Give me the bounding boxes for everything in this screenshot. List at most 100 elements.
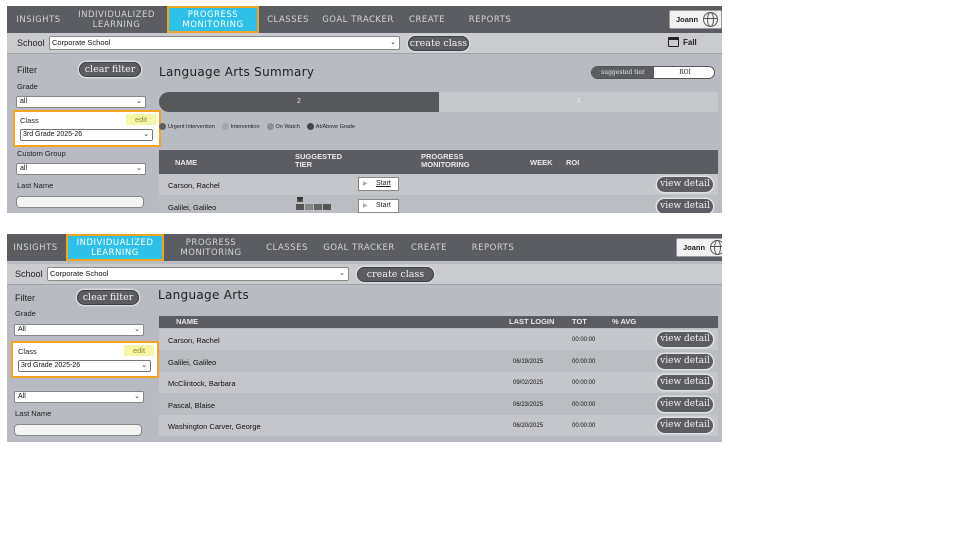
class-label: Class (20, 116, 39, 125)
create-class-button[interactable]: create class (357, 267, 434, 282)
school-bar: School Corporate School ⌄ create class F… (7, 33, 722, 54)
tier-segment-urgent[interactable]: 2 (159, 92, 439, 112)
tier-indicator (296, 197, 332, 212)
toggle-suggested-tier[interactable]: suggested tier (592, 67, 654, 78)
custom-group-label: Custom Group (17, 149, 66, 158)
table-row[interactable]: McClintock, Barbara 09/02/2025 00:00:00 … (159, 372, 718, 393)
table-header: NAME SUGGESTED TIER PROGRESS MONITORING … (159, 150, 718, 174)
student-name: McClintock, Barbara (168, 379, 236, 388)
column-header-name: NAME (176, 317, 199, 326)
nav-tab-goal-tracker[interactable]: GOAL TRACKER (318, 6, 398, 33)
progress-monitoring-screenshot: INSIGHTS INDIVIDUALIZED LEARNING PROGRES… (7, 6, 722, 213)
last-login: 09/02/2025 (513, 380, 544, 386)
calendar-icon (668, 37, 679, 47)
create-class-button[interactable]: create class (408, 36, 469, 51)
custom-group-value: all (20, 165, 28, 172)
nav-tab-individualized-learning[interactable]: INDIVIDUALIZED LEARNING (66, 234, 164, 261)
last-name-label: Last Name (17, 181, 54, 190)
legend-dot (306, 123, 314, 130)
tier-segment-watch[interactable]: 3 (439, 92, 718, 112)
last-login: 06/20/2025 (513, 423, 544, 429)
nav-tab-classes[interactable]: CLASSES (261, 234, 313, 261)
last-name-label: Last Name (15, 409, 52, 418)
column-header-avg: % AVG (612, 317, 637, 326)
group-select[interactable]: All ⌄ (14, 391, 144, 403)
nav-tab-individualized-learning[interactable]: INDIVIDUALIZED LEARNING (70, 6, 163, 33)
class-edit-link[interactable]: edit (126, 114, 156, 125)
student-name: Pascal, Blaise (168, 401, 216, 410)
student-name: Galilei, Galileo (168, 203, 217, 212)
school-select[interactable]: Corporate School ⌄ (49, 36, 400, 50)
nav-tab-reports[interactable]: REPORTS (462, 6, 518, 33)
clear-filter-button[interactable]: clear filter (79, 62, 141, 77)
table-row[interactable]: Pascal, Blaise 06/23/2025 00:00:00 view … (159, 394, 718, 415)
clear-filter-button[interactable]: clear filter (77, 290, 139, 305)
time-on-task: 00:00:00 (572, 423, 596, 429)
toggle-roi[interactable]: ROI (654, 67, 714, 78)
user-menu-button[interactable]: Joann (669, 10, 722, 29)
legend-label: On Watch (275, 123, 300, 130)
nav-tab-create[interactable]: CREATE (403, 6, 451, 33)
view-detail-button[interactable]: view detail (657, 332, 713, 347)
start-button[interactable]: ▶ Start (358, 177, 399, 191)
student-name: Carson, Rachel (168, 181, 220, 190)
last-name-input[interactable] (16, 196, 144, 208)
top-nav-bar: INSIGHTS INDIVIDUALIZED LEARNING PROGRES… (7, 234, 722, 261)
top-nav-bar: INSIGHTS INDIVIDUALIZED LEARNING PROGRES… (7, 6, 722, 33)
school-bar: School Corporate School ⌄ create class (7, 264, 722, 285)
table-row[interactable]: Galilei, Galileo ▶ Start view detail (159, 196, 718, 213)
start-button-label: Start (376, 202, 391, 209)
legend-item: Intervention (221, 123, 260, 130)
view-detail-button[interactable]: view detail (657, 199, 713, 213)
nav-tab-progress-monitoring[interactable]: PROGRESS MONITORING (170, 234, 252, 261)
table-row[interactable]: Carson, Rachel ▶ Start view detail (159, 174, 718, 195)
time-on-task: 00:00:00 (572, 380, 596, 386)
play-icon: ▶ (363, 181, 368, 187)
class-edit-link[interactable]: edit (124, 345, 154, 356)
nav-tab-goal-tracker[interactable]: GOAL TRACKER (319, 234, 399, 261)
view-detail-button[interactable]: view detail (657, 354, 713, 369)
chevron-down-icon: ⌄ (134, 326, 140, 333)
start-button[interactable]: ▶ Start (358, 199, 399, 213)
class-select[interactable]: 3rd Grade 2025-26 ⌄ (18, 360, 151, 372)
grade-select[interactable]: All ⌄ (14, 324, 144, 336)
custom-group-select[interactable]: all ⌄ (16, 163, 146, 175)
column-header-progress-monitoring: PROGRESS MONITORING (421, 152, 470, 169)
legend-item: On Watch (266, 123, 300, 130)
legend-item: Urgent Intervention (159, 123, 215, 130)
column-header-roi: ROI (566, 158, 580, 167)
season-indicator[interactable]: Fall (668, 37, 697, 47)
tier-roi-toggle[interactable]: suggested tier ROI (591, 66, 715, 79)
view-detail-button[interactable]: view detail (657, 418, 713, 433)
view-detail-button[interactable]: view detail (657, 177, 713, 192)
table-row[interactable]: Galilei, Galileo 06/19/2025 00:00:00 vie… (159, 351, 718, 372)
nav-tab-classes[interactable]: CLASSES (263, 6, 313, 33)
nav-tab-progress-monitoring[interactable]: PROGRESS MONITORING (167, 6, 259, 33)
view-detail-button[interactable]: view detail (657, 375, 713, 390)
school-select-value: Corporate School (52, 38, 111, 47)
legend-label: At/Above Grade (315, 123, 355, 130)
user-menu-button[interactable]: Joann (676, 238, 722, 257)
nav-tab-insights[interactable]: INSIGHTS (7, 234, 64, 261)
legend-label: Intervention (230, 123, 260, 130)
user-name: Joann (683, 243, 706, 252)
legend-item: At/Above Grade (306, 123, 355, 130)
nav-tab-create[interactable]: CREATE (406, 234, 452, 261)
last-name-input[interactable] (14, 424, 142, 436)
view-detail-button[interactable]: view detail (657, 397, 713, 412)
time-on-task: 00:00:00 (572, 337, 596, 343)
class-filter-highlight: Class edit 3rd Grade 2025-26 ⌄ (11, 341, 159, 378)
grade-select[interactable]: all ⌄ (16, 96, 146, 108)
table-row[interactable]: Washington Carver, George 06/20/2025 00:… (159, 415, 718, 436)
table-row[interactable]: Carson, Rachel 00:00:00 view detail (159, 329, 718, 350)
chevron-down-icon: ⌄ (143, 131, 149, 138)
chevron-down-icon: ⌄ (339, 270, 345, 277)
class-select[interactable]: 3rd Grade 2025-26 ⌄ (20, 129, 153, 141)
nav-tab-insights[interactable]: INSIGHTS (7, 6, 70, 33)
column-header-tot: TOT (572, 317, 587, 326)
school-select[interactable]: Corporate School ⌄ (47, 267, 349, 281)
nav-tab-reports[interactable]: REPORTS (465, 234, 521, 261)
table-header: NAME LAST LOGIN TOT % AVG (159, 316, 718, 328)
page-title: Language Arts Summary (159, 65, 315, 79)
start-button-label: Start (376, 180, 391, 187)
